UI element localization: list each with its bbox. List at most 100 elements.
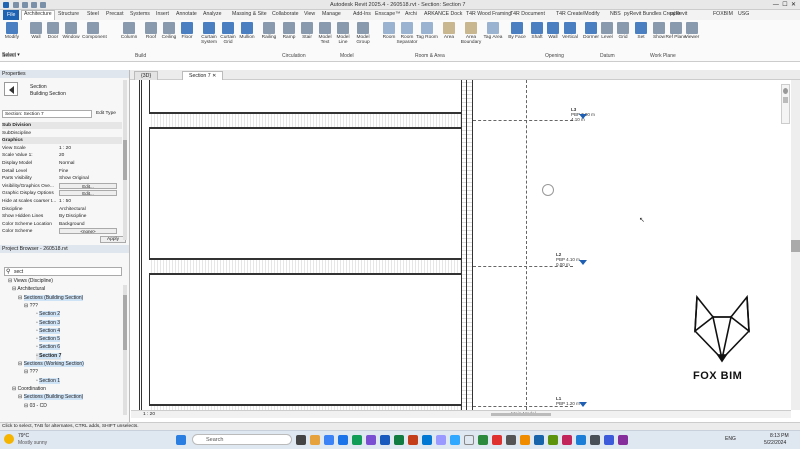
ribbon-button[interactable]: Tag Area — [482, 22, 504, 40]
browser-tree-item[interactable]: ⊟ Views (Discipline) — [8, 278, 53, 285]
browser-scrollbar[interactable] — [123, 285, 127, 415]
ribbon-tab[interactable]: Steel — [87, 11, 99, 17]
property-row[interactable]: Discipline Architectural — [2, 206, 122, 213]
instance-selector[interactable]: Section: Section 7 — [2, 110, 92, 118]
property-row[interactable]: Graphics — [2, 137, 122, 145]
ribbon-button[interactable]: Vertical — [559, 22, 581, 40]
browser-tree-item[interactable]: ⊟ ??? — [24, 369, 38, 376]
browser-tree-item[interactable]: ⊟ Coordination — [12, 386, 46, 393]
ribbon-tab[interactable]: Analyze — [203, 11, 221, 17]
word-icon[interactable] — [380, 435, 390, 445]
level-head-icon[interactable] — [579, 402, 587, 407]
undo-icon[interactable] — [31, 2, 37, 8]
acrobat-icon[interactable] — [492, 435, 502, 445]
property-row[interactable]: Graphic Display Options Edit... — [2, 190, 122, 197]
tab-section-7[interactable]: Section 7 ✕ — [182, 71, 224, 80]
ribbon-tab[interactable]: pyRevit — [670, 11, 687, 17]
ribbon-button[interactable]: Mullion — [236, 22, 258, 40]
ribbon-button[interactable]: Window — [60, 22, 82, 40]
property-row[interactable]: Color Scheme Location Background — [2, 221, 122, 228]
open-icon[interactable] — [13, 2, 19, 8]
property-edit-button[interactable]: <none> — [59, 228, 117, 235]
app4-icon[interactable] — [520, 435, 530, 445]
property-value[interactable]: By Discipline — [59, 213, 86, 220]
ribbon-tab[interactable]: Architecture — [21, 10, 55, 20]
zoom-icon[interactable] — [783, 97, 788, 103]
ribbon-tab[interactable]: Annotate — [176, 11, 197, 17]
property-row[interactable]: Color Scheme <none> — [2, 228, 122, 235]
chrome-icon[interactable] — [338, 435, 348, 445]
vertical-scrollbar[interactable] — [791, 80, 800, 410]
ribbon-tab[interactable]: Add-Ins — [353, 11, 371, 17]
ribbon-button[interactable]: Area — [438, 22, 460, 40]
app6-icon[interactable] — [548, 435, 558, 445]
tree-toggle-icon[interactable]: ⊟ — [18, 394, 24, 400]
revit-taskbar-icon[interactable] — [464, 435, 474, 445]
powerpoint-icon[interactable] — [408, 435, 418, 445]
ribbon-tab[interactable]: Massing & Site — [232, 11, 267, 17]
property-value[interactable]: 1 : 20 — [59, 145, 71, 152]
ribbon-tab[interactable]: View — [304, 11, 315, 17]
revit-logo-icon[interactable] — [3, 2, 9, 8]
floor-slab-l2[interactable] — [149, 258, 461, 275]
language-indicator[interactable]: ENG — [725, 436, 736, 442]
ribbon-tab[interactable]: Archi — [405, 11, 417, 17]
property-row[interactable]: Parts Visibility Show Original — [2, 175, 122, 182]
property-row[interactable]: Sub Division — [2, 122, 122, 129]
windows-start-icon[interactable] — [176, 435, 186, 445]
ribbon-button[interactable]: Tag Room — [416, 22, 438, 40]
floor-slab-l3[interactable] — [149, 112, 461, 129]
browser-tree-item[interactable]: ▫ Section 7 — [36, 352, 62, 360]
clock-date[interactable]: 5/22/2024 — [764, 440, 786, 446]
tree-toggle-icon[interactable]: ⊟ — [18, 361, 24, 367]
ribbon-tab[interactable]: T4R Document — [510, 11, 545, 17]
ribbon-tab[interactable]: File — [3, 10, 20, 20]
property-row[interactable]: SubDiscipline — [2, 130, 122, 137]
browser-icon[interactable] — [324, 435, 334, 445]
ribbon-tab[interactable]: T4R Create/Modify — [556, 11, 600, 17]
browser-tree-item[interactable]: ▫ Section 2 — [36, 311, 61, 318]
browser-tree-item[interactable]: ▫ Section 5 — [36, 336, 61, 343]
browser-tree-item[interactable]: ▫ Section 4 — [36, 327, 61, 335]
after-effects-icon[interactable] — [436, 435, 446, 445]
excel-icon[interactable] — [394, 435, 404, 445]
property-row[interactable]: Detail Level Fine — [2, 168, 122, 175]
properties-scrollbar[interactable] — [123, 80, 127, 240]
outlook-icon[interactable] — [422, 435, 432, 445]
property-value[interactable]: Fine — [59, 168, 68, 175]
app11-icon[interactable] — [618, 435, 628, 445]
property-value[interactable]: 1 : 50 — [59, 198, 71, 205]
browser-tree-item[interactable]: ⊟ Sections (Building Section) — [18, 294, 84, 302]
ribbon-tab[interactable]: ARKANCE Dock — [424, 11, 462, 17]
app-icon[interactable] — [352, 435, 362, 445]
property-row[interactable]: Show Hidden Lines By Discipline — [2, 213, 122, 220]
ribbon-tab[interactable]: Manage — [322, 11, 341, 17]
edit-type-button[interactable]: Edit Type — [96, 111, 116, 116]
browser-tree-item[interactable]: ⊟ ??? — [24, 303, 38, 310]
grid-line[interactable] — [526, 80, 527, 410]
photoshop-icon[interactable] — [450, 435, 460, 445]
horizontal-scrollbar[interactable] — [491, 413, 551, 416]
app9-icon[interactable] — [590, 435, 600, 445]
ribbon-tab[interactable]: FOXBIM — [713, 11, 733, 17]
redo-icon[interactable] — [40, 2, 46, 8]
save-icon[interactable] — [22, 2, 28, 8]
ribbon-tab[interactable]: Collaborate — [272, 11, 299, 17]
ribbon-button[interactable]: Floor — [176, 22, 198, 40]
ribbon-button[interactable]: Railing — [258, 22, 280, 40]
level-line-l3[interactable] — [473, 120, 573, 121]
property-edit-button[interactable]: Edit... — [59, 190, 117, 197]
level-line-l1[interactable] — [473, 406, 573, 407]
tab-3d-view[interactable]: {3D} — [134, 71, 159, 80]
app3-icon[interactable] — [506, 435, 516, 445]
view-scale[interactable]: 1 : 20 — [143, 412, 155, 417]
browser-tree-item[interactable]: ▫ Section 3 — [36, 319, 61, 327]
property-value[interactable]: 20 — [59, 152, 64, 159]
browser-tree-item[interactable]: ⊟ Sections (Building Section) — [18, 394, 84, 401]
app2-icon[interactable] — [478, 435, 488, 445]
browser-tree-item[interactable]: ⊟ Architectural — [12, 286, 45, 293]
property-row[interactable]: Hide at scales coarser t... 1 : 50 — [2, 198, 122, 205]
tree-toggle-icon[interactable]: ⊟ — [18, 295, 24, 301]
clock-time[interactable]: 8:13 PM — [770, 433, 789, 439]
steering-wheel-icon[interactable] — [783, 88, 788, 94]
